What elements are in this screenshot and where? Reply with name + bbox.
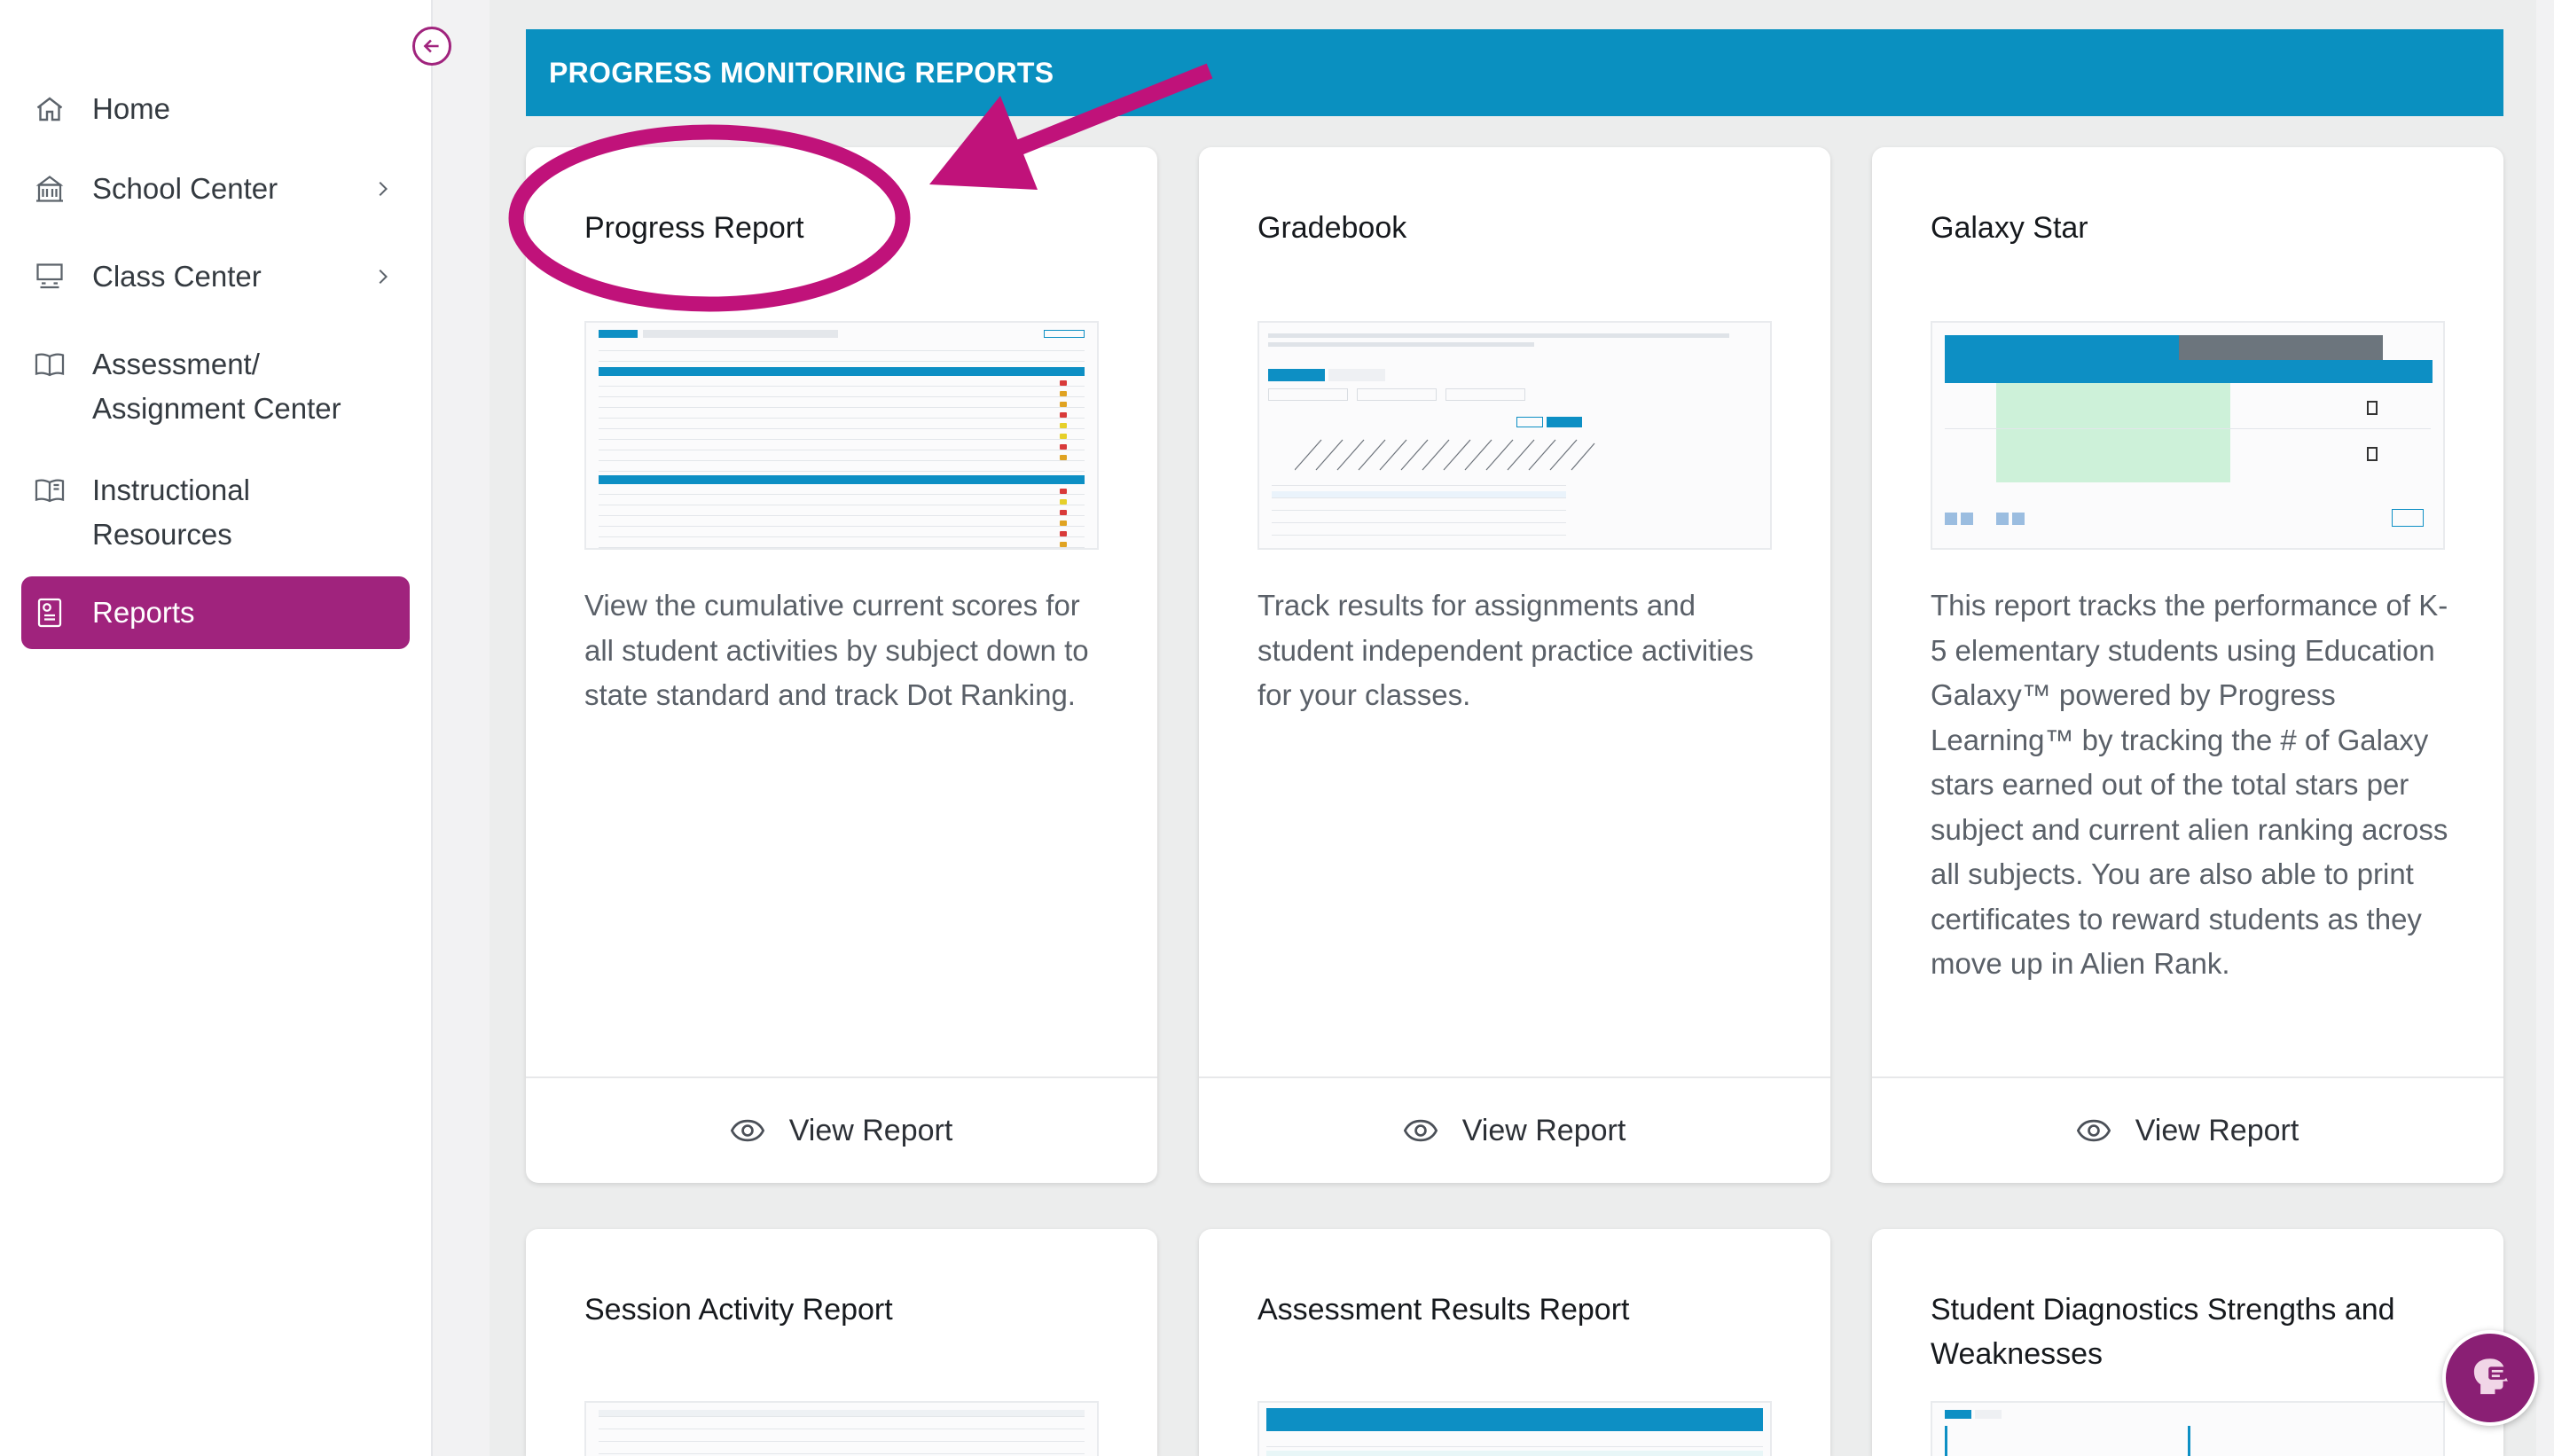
card-title: Gradebook [1257, 211, 1407, 245]
chevron-right-icon [372, 254, 394, 299]
card-description: View the cumulative current scores for a… [584, 589, 1089, 711]
report-card-student-diagnostics: Student Diagnostics Strengths and Weakne… [1872, 1229, 2503, 1456]
card-title: Galaxy Star [1931, 211, 2088, 245]
report-preview-thumbnail [1931, 1401, 2445, 1456]
report-preview-thumbnail [1257, 1401, 1772, 1456]
school-icon [34, 167, 76, 211]
view-report-button[interactable]: View Report [526, 1078, 1157, 1183]
eye-icon [1403, 1119, 1438, 1142]
sidebar-item-label: School Center [92, 172, 278, 205]
eye-icon [730, 1119, 764, 1142]
sidebar-item-label: Instructional Resources [92, 474, 250, 551]
view-report-label: View Report [1461, 1113, 1626, 1147]
card-title: Student Diagnostics Strengths and Weakne… [1931, 1293, 2395, 1371]
view-report-button[interactable]: View Report [1872, 1078, 2503, 1183]
report-icon [34, 576, 76, 649]
report-preview-thumbnail [1931, 321, 2445, 550]
view-report-label: View Report [2135, 1113, 2299, 1147]
chat-support-button[interactable] [2442, 1330, 2538, 1426]
sidebar-item-assessment-center[interactable]: Assessment/ Assignment Center [21, 342, 410, 431]
section-banner: PROGRESS MONITORING REPORTS [526, 29, 2503, 116]
report-card-galaxy-star: Galaxy Star This report tracks the perfo… [1872, 147, 2503, 1183]
chat-head-icon [2473, 1358, 2508, 1395]
view-report-label: View Report [788, 1113, 953, 1147]
eye-icon [2076, 1119, 2111, 1142]
sidebar-item-label: Assessment/ Assignment Center [92, 348, 341, 425]
home-icon [34, 87, 76, 131]
sidebar-item-school-center[interactable]: School Center [21, 167, 410, 211]
sidebar-item-home[interactable]: Home [21, 87, 410, 131]
sidebar-item-reports[interactable]: Reports [21, 576, 410, 649]
sidebar-item-label: Reports [92, 596, 195, 629]
card-title: Assessment Results Report [1257, 1293, 1630, 1327]
report-card-progress: Progress Report View the cumulative curr… [526, 147, 1157, 1183]
collapse-sidebar-button[interactable] [412, 27, 451, 66]
sidebar-item-label: Class Center [92, 260, 262, 293]
book-resources-icon [34, 468, 76, 513]
report-preview-thumbnail [1257, 321, 1772, 550]
book-open-icon [34, 342, 76, 387]
sidebar-item-class-center[interactable]: Class Center [21, 254, 410, 299]
card-description: This report tracks the performance of K-… [1931, 589, 2448, 980]
report-preview-thumbnail [584, 321, 1099, 550]
sidebar-item-instructional-resources[interactable]: Instructional Resources [21, 468, 410, 557]
report-card-gradebook: Gradebook Track results for assignments … [1199, 147, 1830, 1183]
report-preview-thumbnail [584, 1401, 1099, 1456]
card-description: Track results for assignments and studen… [1257, 589, 1754, 711]
card-title: Session Activity Report [584, 1293, 893, 1327]
sidebar-item-label: Home [92, 92, 171, 125]
classroom-icon [34, 254, 76, 299]
report-card-session-activity: Session Activity Report [526, 1229, 1157, 1456]
report-card-assessment-results: Assessment Results Report [1199, 1229, 1830, 1456]
sidebar: Home School Center Class Center Assessme… [0, 0, 433, 1456]
chevron-right-icon [372, 167, 394, 211]
card-title: Progress Report [584, 211, 804, 245]
view-report-button[interactable]: View Report [1199, 1078, 1830, 1183]
arrow-left-icon [423, 39, 439, 53]
